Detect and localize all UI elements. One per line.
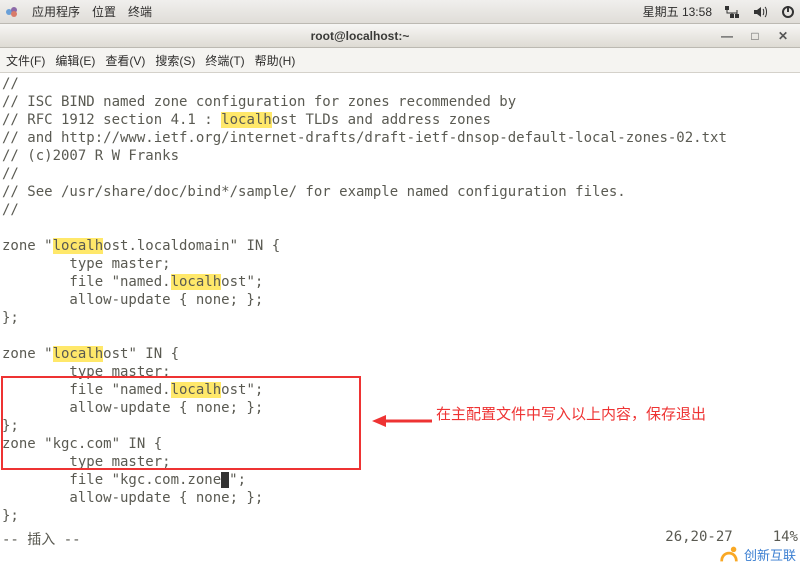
menu-edit[interactable]: 编辑(E) bbox=[55, 52, 95, 69]
clock-label[interactable]: 星期五 13:58 bbox=[643, 3, 712, 20]
menu-terminal[interactable]: 终端 bbox=[128, 3, 152, 20]
activities-icon[interactable] bbox=[4, 4, 20, 20]
menu-terminal[interactable]: 终端(T) bbox=[205, 52, 244, 69]
menu-search[interactable]: 搜索(S) bbox=[155, 52, 195, 69]
minimize-button[interactable]: — bbox=[720, 29, 734, 43]
annotation-text: 在主配置文件中写入以上内容，保存退出 bbox=[436, 404, 786, 426]
network-icon[interactable] bbox=[724, 4, 740, 20]
vim-statusline: -- 插入 -- 26,20-27 14% bbox=[2, 529, 798, 549]
gnome-top-panel: 应用程序 位置 终端 星期五 13:58 bbox=[0, 0, 800, 24]
volume-icon[interactable] bbox=[752, 4, 768, 20]
terminal-content[interactable]: // // ISC BIND named zone configuration … bbox=[0, 73, 800, 571]
window-titlebar[interactable]: root@localhost:~ — □ ✕ bbox=[0, 24, 800, 48]
menu-places[interactable]: 位置 bbox=[92, 3, 116, 20]
maximize-button[interactable]: □ bbox=[748, 29, 762, 43]
vim-mode: -- 插入 -- bbox=[2, 529, 81, 549]
window-title: root@localhost:~ bbox=[0, 29, 720, 43]
menu-view[interactable]: 查看(V) bbox=[105, 52, 145, 69]
watermark: 创新互联 bbox=[718, 543, 796, 565]
watermark-icon bbox=[718, 543, 740, 565]
menu-file[interactable]: 文件(F) bbox=[6, 52, 45, 69]
close-button[interactable]: ✕ bbox=[776, 29, 790, 43]
terminal-menubar: 文件(F) 编辑(E) 查看(V) 搜索(S) 终端(T) 帮助(H) bbox=[0, 48, 800, 73]
watermark-text: 创新互联 bbox=[744, 545, 796, 564]
power-icon[interactable] bbox=[780, 4, 796, 20]
annotation-arrow-icon bbox=[372, 410, 432, 438]
menu-help[interactable]: 帮助(H) bbox=[255, 52, 296, 69]
menu-applications[interactable]: 应用程序 bbox=[32, 3, 80, 20]
